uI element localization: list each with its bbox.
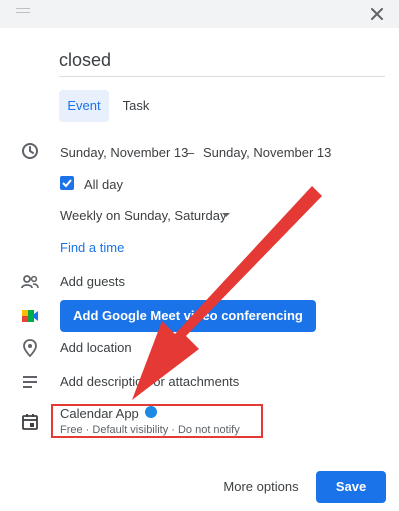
add-location-field[interactable]: Add location [60,340,132,355]
save-button[interactable]: Save [316,471,386,503]
add-description-field[interactable]: Add description or attachments [60,374,239,389]
tab-task[interactable]: Task [116,90,156,122]
all-day-checkbox[interactable] [60,176,74,190]
more-options-button[interactable]: More options [211,471,311,503]
all-day-label: All day [84,177,124,192]
google-meet-icon [22,310,38,322]
tab-event[interactable]: Event [59,90,109,122]
add-meet-button[interactable]: Add Google Meet video conferencing [60,300,316,332]
checkbox-icon [62,179,72,188]
recurrence-select[interactable]: Weekly on Sunday, Saturday [60,208,226,223]
clock-icon [22,143,38,159]
date-separator: – [187,145,195,160]
description-icon [23,376,37,388]
title-field[interactable]: closed [59,40,385,77]
start-date[interactable]: Sunday, November 13 [60,145,188,160]
location-pin-icon [23,339,37,358]
chevron-down-icon[interactable] [221,211,231,219]
calendar-icon [22,414,38,430]
end-date[interactable]: Sunday, November 13 [203,145,331,160]
dialog-header [0,0,399,28]
drag-handle-icon[interactable] [16,8,30,14]
people-icon [21,275,39,289]
annotation-highlight-box [51,404,263,438]
close-icon[interactable] [367,4,387,24]
find-time-link[interactable]: Find a time [60,240,124,255]
event-title[interactable]: closed [59,50,111,71]
add-guests-field[interactable]: Add guests [60,274,125,289]
